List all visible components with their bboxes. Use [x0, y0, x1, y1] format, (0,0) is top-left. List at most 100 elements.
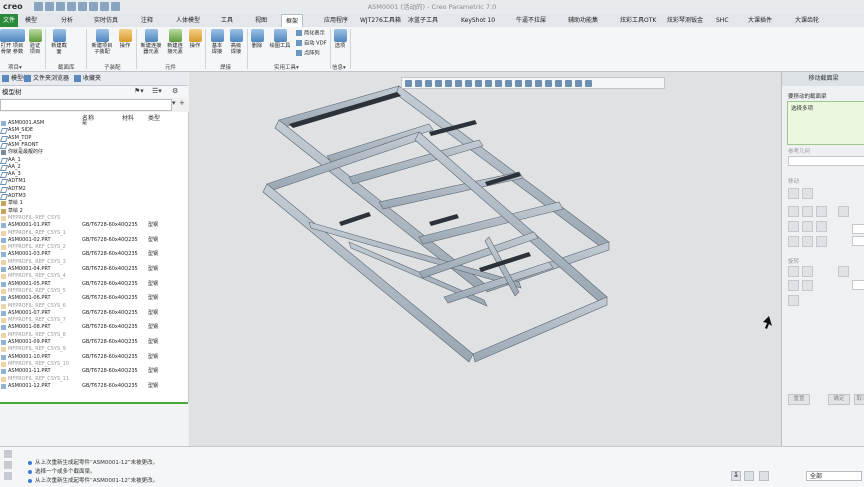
- tree-row[interactable]: AA_2: [0, 164, 188, 171]
- ok-button[interactable]: 确定: [828, 394, 850, 405]
- annotation-display-icon[interactable]: [515, 79, 522, 87]
- tab-view[interactable]: 视图: [255, 14, 267, 27]
- tab-favorites[interactable]: 收藏夹: [74, 72, 101, 85]
- csys-display-icon[interactable]: [565, 79, 572, 87]
- mirror-option-icon[interactable]: [802, 280, 813, 291]
- datum-display-icon[interactable]: [505, 79, 512, 87]
- tree-row[interactable]: MFPROFIL_REF_CSYS_8: [0, 332, 188, 339]
- tree-row[interactable]: AA_3: [0, 171, 188, 179]
- tree-row[interactable]: ASM0001.ASM 是: [0, 120, 188, 127]
- group-info[interactable]: 信息▾: [332, 63, 346, 71]
- move-option-icon[interactable]: [788, 188, 799, 199]
- tab-folder-browser[interactable]: 文件夹浏览器: [24, 72, 69, 85]
- tab-xuancai-otk[interactable]: 炫彩工具OTK: [620, 14, 656, 27]
- mirror-option-icon[interactable]: [788, 280, 799, 291]
- section-view-icon[interactable]: [495, 79, 502, 87]
- tab-binglanzi[interactable]: 冰蓝子工具: [408, 14, 438, 27]
- repaint-icon[interactable]: [435, 79, 442, 87]
- tree-row[interactable]: 草绘 2: [0, 208, 188, 215]
- tree-row[interactable]: MFPROFIL_REF_CSYS_10: [0, 361, 188, 368]
- point-pattern-button[interactable]: 点阵列: [296, 50, 320, 58]
- tab-annotate[interactable]: 注释: [141, 14, 153, 27]
- tree-row[interactable]: ASM0001-07.PRT GB/T6728-60x40Q235 型钢: [0, 310, 188, 317]
- zoom-in-icon[interactable]: [415, 79, 422, 87]
- tab-niubi[interactable]: 牛逼不拉屎: [516, 14, 546, 27]
- tab-framework[interactable]: 框架: [281, 14, 304, 28]
- status-icon[interactable]: [759, 471, 769, 481]
- group-project[interactable]: 项目▾: [8, 63, 22, 71]
- pause-icon[interactable]: [575, 79, 582, 87]
- tab-tools[interactable]: 工具: [221, 14, 233, 27]
- new-connector-button[interactable]: 新建连接 器元素: [138, 29, 164, 55]
- options-button[interactable]: 选项: [332, 29, 348, 49]
- point-display-icon[interactable]: [555, 79, 562, 87]
- arrow-up-right-icon[interactable]: [816, 206, 827, 217]
- perspective-icon[interactable]: [485, 79, 492, 87]
- reset-button[interactable]: 重置: [788, 394, 810, 405]
- tree-row[interactable]: ASM0001-01.PRT GB/T6728-60x40Q235 型钢: [0, 222, 188, 229]
- project-params-button[interactable]: 项目 参数: [10, 29, 26, 55]
- tab-aux-functions[interactable]: 辅助功能集: [568, 14, 598, 27]
- flip-icon[interactable]: [788, 295, 799, 306]
- tree-row[interactable]: ASM0001-05.PRT GB/T6728-60x40Q235 型钢: [0, 281, 188, 288]
- view-manager-icon[interactable]: [475, 79, 482, 87]
- offset-x-field[interactable]: [852, 224, 864, 234]
- arrow-down-icon[interactable]: [802, 236, 813, 247]
- tree-row[interactable]: MFPROFIL_REF_CSYS_4: [0, 273, 188, 280]
- tree-row[interactable]: MFPROFIL_REF_CSYS_1: [0, 230, 188, 237]
- basic-weld-button[interactable]: 基本 焊接: [208, 29, 226, 55]
- tab-xuancai-sheetmetal[interactable]: 炫彩琴测钣金: [667, 14, 703, 27]
- auto-vdf-button[interactable]: 自动 VDF: [296, 40, 327, 48]
- arrow-down-right-icon[interactable]: [816, 236, 827, 247]
- advanced-weld-button[interactable]: 高级 焊接: [227, 29, 245, 55]
- tree-row[interactable]: ADTM3: [0, 193, 188, 200]
- selection-filter[interactable]: 全部: [806, 471, 862, 481]
- move-option-icon[interactable]: [802, 188, 813, 199]
- tree-row[interactable]: MFPROFIL_REF_CSYS_11: [0, 376, 188, 383]
- tree-row[interactable]: ASM0001-12.PRT GB/T6728-60x40Q235 型钢: [0, 383, 188, 390]
- plane-display-icon[interactable]: [535, 79, 542, 87]
- offset-icon[interactable]: [838, 206, 849, 217]
- arrow-up-icon[interactable]: [802, 206, 813, 217]
- tree-row[interactable]: ASM0001-03.PRT GB/T6728-60x40Q235 型钢: [0, 251, 188, 258]
- reorient-icon[interactable]: [445, 79, 452, 87]
- display-style-icon[interactable]: [465, 79, 472, 87]
- simplified-rep-button[interactable]: 简化表示: [296, 30, 325, 38]
- tree-search-input[interactable]: [0, 99, 172, 111]
- status-icon[interactable]: [744, 471, 754, 481]
- group-utilities[interactable]: 实用工具▾: [274, 63, 299, 71]
- tree-row[interactable]: MFPROFIL_REF_CSYS_9: [0, 346, 188, 353]
- tree-row[interactable]: ASM0001-08.PRT GB/T6728-60x40Q235 型钢: [0, 324, 188, 331]
- appearance-icon[interactable]: [585, 79, 592, 87]
- angle-field[interactable]: [852, 280, 864, 290]
- tree-settings-icon[interactable]: ⚙: [172, 87, 178, 95]
- tab-analysis[interactable]: 分析: [61, 14, 73, 27]
- tree-row[interactable]: MFPROFIL_REF_CSYS_6: [0, 303, 188, 310]
- delete-button[interactable]: 删除: [249, 29, 265, 49]
- tree-row[interactable]: ASM0001-09.PRT GB/T6728-60x40Q235 型钢: [0, 339, 188, 346]
- message-clear-icon[interactable]: [4, 472, 12, 480]
- search-dropdown-icon[interactable]: ▾: [172, 99, 176, 107]
- tab-wjt276[interactable]: WJT276工具箱: [360, 14, 401, 27]
- tree-row[interactable]: MFPROFIL_REF_CSYS: [0, 215, 188, 222]
- tree-row[interactable]: ASM0001-10.PRT GB/T6728-60x40Q235 型钢: [0, 354, 188, 361]
- tree-row[interactable]: ASM_TOP: [0, 135, 188, 142]
- tree-row[interactable]: ADTM2: [0, 186, 188, 193]
- refit-icon[interactable]: [405, 79, 412, 87]
- tab-manikin[interactable]: 人体模型: [176, 14, 200, 27]
- reference-geometry-field[interactable]: [788, 156, 864, 166]
- graphics-window[interactable]: [189, 72, 781, 446]
- tree-columns-icon[interactable]: ☰▾: [152, 87, 162, 95]
- tab-live-simulation[interactable]: 实时仿真: [94, 14, 118, 27]
- tree-filter-icon[interactable]: ⚑▾: [134, 87, 144, 95]
- tree-row[interactable]: 你就是最靓的仔: [0, 149, 188, 156]
- tab-file[interactable]: 文件: [0, 14, 19, 27]
- axis-display-icon[interactable]: [545, 79, 552, 87]
- tree-row[interactable]: ASM0001-02.PRT GB/T6728-60x40Q235 型钢: [0, 237, 188, 244]
- tree-row[interactable]: MFPROFIL_REF_CSYS_3: [0, 259, 188, 266]
- arrow-left-icon[interactable]: [788, 221, 799, 232]
- tree-row[interactable]: AA_1: [0, 157, 188, 164]
- message-log-icon[interactable]: [4, 461, 12, 469]
- tab-model[interactable]: 模型: [25, 14, 37, 27]
- tab-applications[interactable]: 应用程序: [324, 14, 348, 27]
